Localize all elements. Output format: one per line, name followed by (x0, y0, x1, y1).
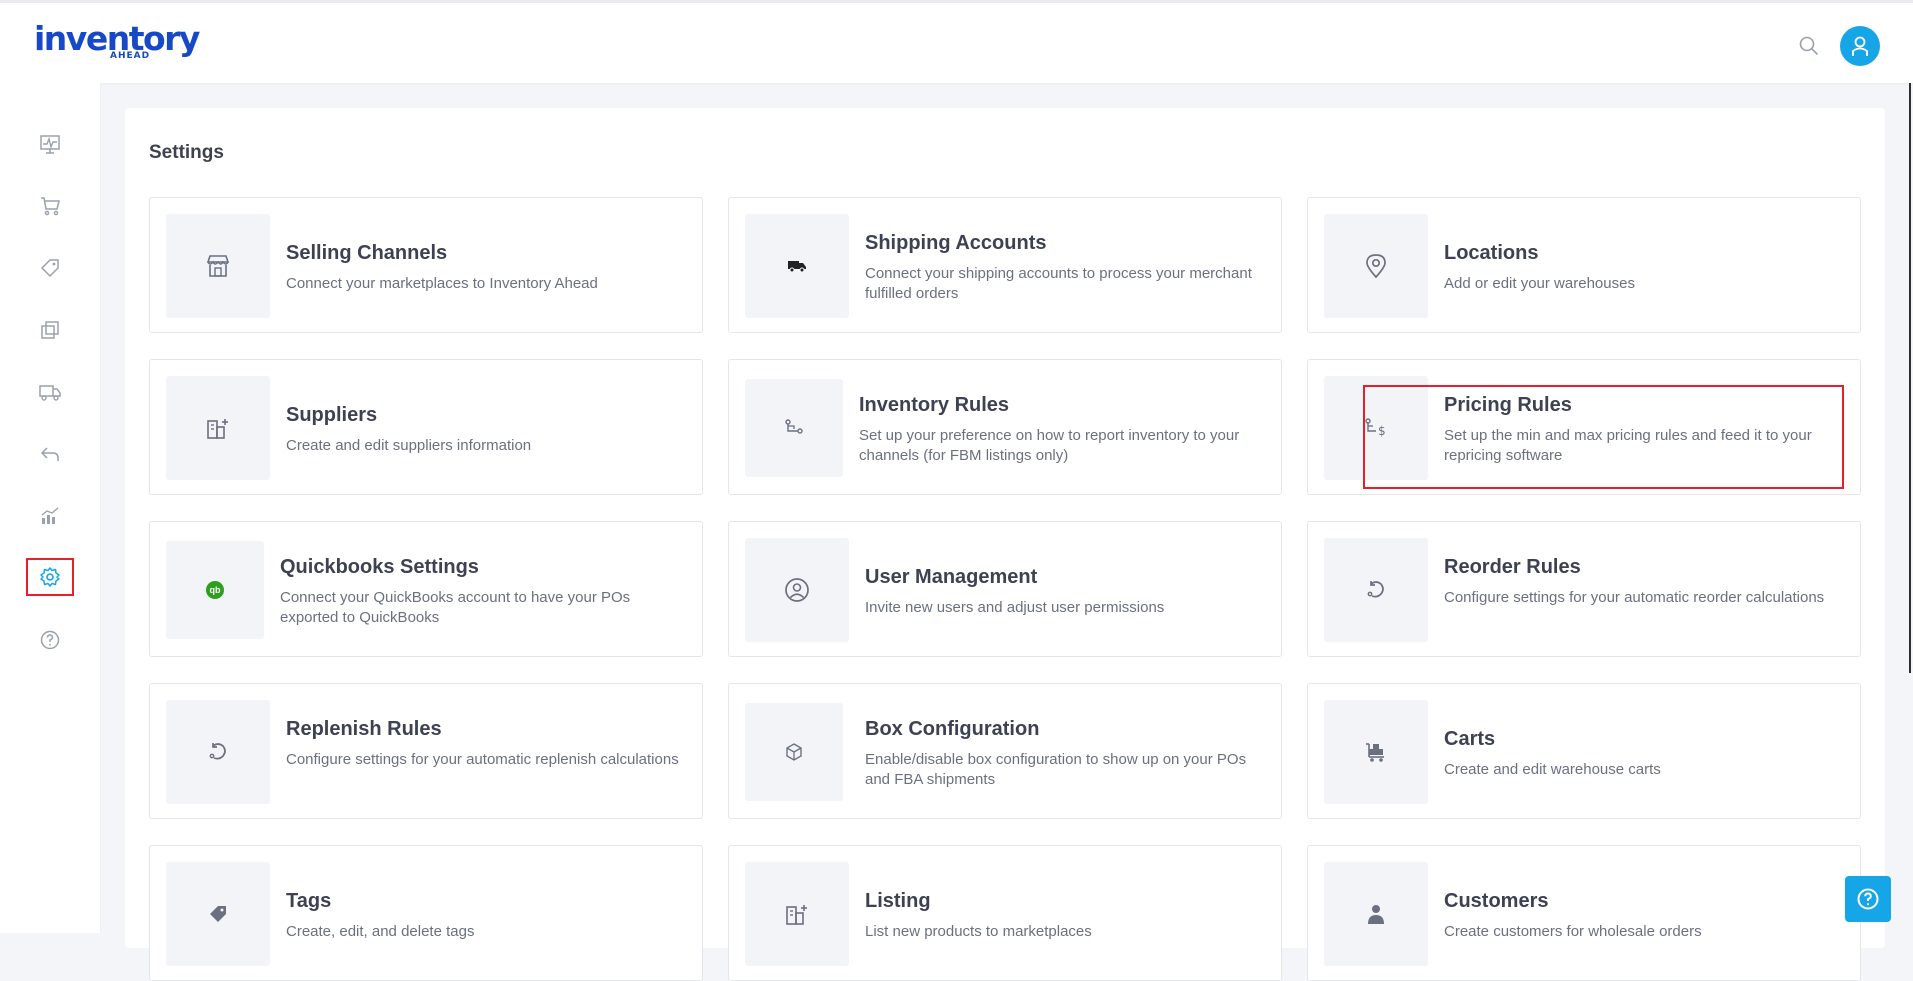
card-pricing-rules[interactable]: $ Pricing Rules Set up the min and max p… (1307, 359, 1861, 495)
card-title: Quickbooks Settings (280, 556, 479, 578)
quickbooks-logo: qb (206, 581, 224, 599)
building-plus-icon (166, 376, 270, 480)
scrollbar[interactable] (1909, 83, 1911, 673)
card-description: Enable/disable box configuration to show… (865, 751, 1247, 788)
reload-icon (1324, 538, 1428, 642)
card-title: Tags (286, 890, 332, 912)
sidebar-item-shipments[interactable] (26, 373, 74, 411)
card-description: Add or edit your warehouses (1444, 275, 1635, 292)
card-title: Pricing Rules (1444, 394, 1572, 416)
card-title: Carts (1444, 728, 1496, 750)
card-title: Customers (1444, 890, 1549, 912)
card-quickbooks-settings[interactable]: qb Quickbooks Settings Connect your Quic… (149, 521, 703, 657)
sidebar-item-products[interactable] (26, 249, 74, 287)
card-selling-channels[interactable]: Selling Channels Connect your marketplac… (149, 197, 703, 333)
page-title: Settings (149, 142, 224, 163)
user-circle-icon (745, 538, 849, 642)
settings-panel: Settings Selling Channels Connect your m… (125, 108, 1885, 981)
card-box-configuration[interactable]: Box Configuration Enable/disable box con… (728, 683, 1282, 819)
question-icon (1856, 887, 1880, 911)
card-description: Create customers for wholesale orders (1444, 923, 1702, 940)
user-icon (1850, 35, 1870, 57)
sidebar-item-returns[interactable] (26, 435, 74, 473)
card-description: Connect your marketplaces to Inventory A… (286, 275, 598, 292)
question-circle-icon (39, 629, 61, 651)
card-tags[interactable]: Tags Create, edit, and delete tags (149, 845, 703, 981)
card-title: Selling Channels (286, 242, 448, 264)
sidebar-item-dashboard[interactable] (26, 125, 74, 163)
truck-icon (38, 381, 62, 403)
card-locations[interactable]: Locations Add or edit your warehouses (1307, 197, 1861, 333)
sidebar (0, 83, 101, 933)
card-replenish-rules[interactable]: Replenish Rules Configure settings for y… (149, 683, 703, 819)
card-carts[interactable]: Carts Create and edit warehouse carts (1307, 683, 1861, 819)
flow-icon (745, 379, 843, 477)
logo[interactable]: inventory AHEAD (34, 20, 200, 66)
cart-warehouse-icon (1324, 700, 1428, 804)
help-button[interactable] (1845, 876, 1891, 922)
card-listing[interactable]: Listing List new products to marketplace… (728, 845, 1282, 981)
card-title: Box Configuration (865, 718, 1040, 740)
avatar[interactable] (1840, 26, 1880, 66)
card-title: Reorder Rules (1444, 556, 1581, 578)
card-description: Set up the min and max pricing rules and… (1444, 427, 1812, 464)
card-description: Connect your shipping accounts to proces… (865, 265, 1252, 302)
search-icon[interactable] (1798, 35, 1820, 57)
sidebar-item-bundles[interactable] (26, 311, 74, 349)
sidebar-item-orders[interactable] (26, 187, 74, 225)
card-description: Create and edit suppliers information (286, 437, 532, 454)
card-inventory-rules[interactable]: Inventory Rules Set up your preference o… (728, 359, 1282, 495)
card-description: Configure settings for your automatic re… (286, 751, 679, 768)
person-icon (1324, 862, 1428, 966)
gear-icon (39, 566, 61, 588)
card-shipping-accounts[interactable]: Shipping Accounts Connect your shipping … (728, 197, 1282, 333)
logo-sub-text: AHEAD (110, 51, 151, 61)
truck-icon (745, 214, 849, 318)
store-icon (166, 214, 270, 318)
top-bar: inventory AHEAD (0, 0, 1913, 83)
building-plus-icon (745, 862, 849, 966)
card-customers[interactable]: Customers Create customers for wholesale… (1307, 845, 1861, 981)
card-user-management[interactable]: User Management Invite new users and adj… (728, 521, 1282, 657)
return-arrow-icon (39, 443, 61, 465)
card-title: Inventory Rules (859, 394, 1010, 416)
card-suppliers[interactable]: Suppliers Create and edit suppliers info… (149, 359, 703, 495)
quickbooks-icon: qb (166, 541, 264, 639)
box-icon (745, 703, 843, 801)
card-title: User Management (865, 566, 1038, 588)
card-description: Invite new users and adjust user permiss… (865, 599, 1165, 616)
flow-dollar-icon: $ (1324, 376, 1428, 480)
tag-icon (39, 257, 61, 279)
card-title: Listing (865, 890, 931, 912)
card-description: Set up your preference on how to report … (859, 427, 1240, 464)
reload-icon (166, 700, 270, 804)
monitor-pulse-icon (39, 133, 61, 155)
sidebar-item-help[interactable] (26, 621, 74, 659)
card-title: Locations (1444, 242, 1539, 264)
chart-icon (39, 505, 61, 527)
copy-icon (39, 319, 61, 341)
card-title: Replenish Rules (286, 718, 442, 740)
location-pin-icon (1324, 214, 1428, 318)
card-reorder-rules[interactable]: Reorder Rules Configure settings for you… (1307, 521, 1861, 657)
tag-icon (166, 862, 270, 966)
cart-icon (39, 195, 61, 217)
card-description: Configure settings for your automatic re… (1444, 589, 1825, 606)
card-description: List new products to marketplaces (865, 923, 1092, 940)
card-description: Create and edit warehouse carts (1444, 761, 1661, 778)
card-title: Suppliers (286, 404, 378, 426)
card-description: Connect your QuickBooks account to have … (280, 589, 631, 626)
card-title: Shipping Accounts (865, 232, 1047, 254)
svg-text:$: $ (1378, 424, 1386, 438)
card-description: Create, edit, and delete tags (286, 923, 475, 940)
sidebar-item-settings[interactable] (26, 558, 74, 596)
sidebar-item-reports[interactable] (26, 497, 74, 535)
